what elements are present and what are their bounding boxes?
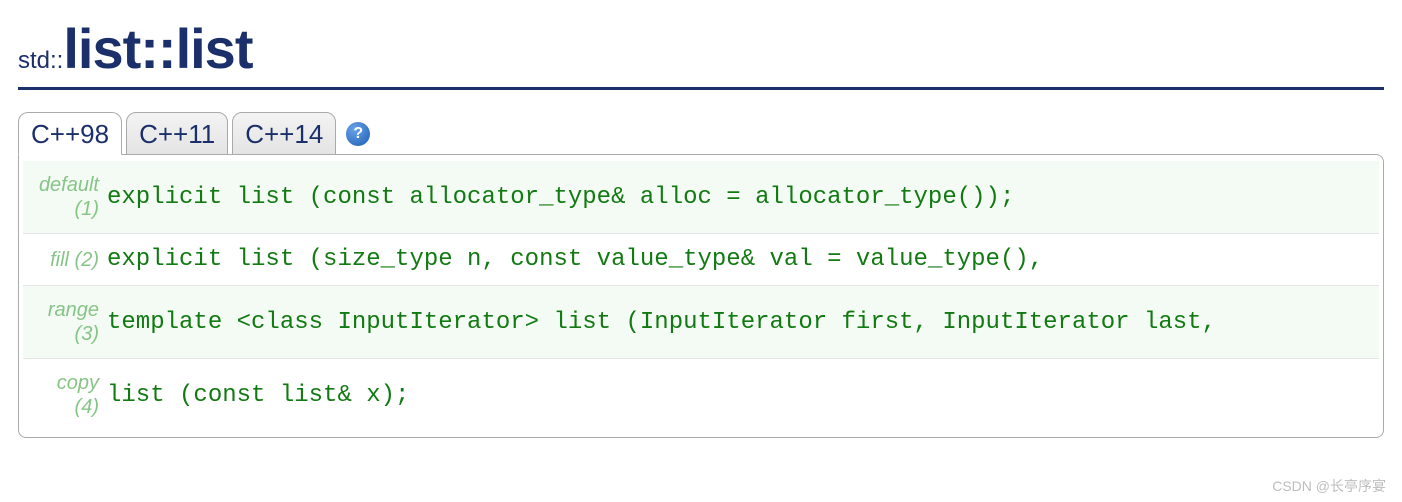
signature-num: (1)	[75, 198, 99, 220]
signature-row: range (3) template <class InputIterator>…	[23, 286, 1379, 359]
page-title: std::list::list	[18, 16, 1384, 90]
signature-name: fill	[50, 249, 69, 271]
signature-num: (4)	[75, 396, 99, 418]
signature-code: list (const list& x);	[107, 382, 409, 409]
signature-row: default (1) explicit list (const allocat…	[23, 161, 1379, 234]
signature-name: default	[39, 174, 99, 196]
signature-name: copy	[57, 372, 99, 394]
signature-label: fill (2)	[31, 248, 107, 272]
signature-name: range	[48, 299, 99, 321]
signatures-panel: default (1) explicit list (const allocat…	[18, 154, 1384, 438]
signature-code: template <class InputIterator> list (Inp…	[107, 309, 1216, 336]
tab-cpp11[interactable]: C++11	[126, 112, 228, 155]
watermark: CSDN @长亭序宴	[1272, 476, 1386, 496]
signature-label: range (3)	[31, 298, 107, 346]
tab-cpp14[interactable]: C++14	[232, 112, 336, 155]
tab-bar: C++98 C++11 C++14 ?	[18, 112, 1384, 155]
title-prefix: std::	[18, 47, 63, 74]
signature-code: explicit list (size_type n, const value_…	[107, 246, 1043, 273]
signature-row: fill (2) explicit list (size_type n, con…	[23, 234, 1379, 286]
signature-num: (2)	[75, 249, 99, 271]
help-icon[interactable]: ?	[346, 122, 370, 146]
signature-num: (3)	[75, 323, 99, 345]
title-main: list::list	[63, 17, 252, 80]
signature-label: copy (4)	[31, 371, 107, 419]
signature-label: default (1)	[31, 173, 107, 221]
signature-row: copy (4) list (const list& x);	[23, 359, 1379, 431]
signature-code: explicit list (const allocator_type& all…	[107, 184, 1014, 211]
tab-cpp98[interactable]: C++98	[18, 112, 122, 155]
